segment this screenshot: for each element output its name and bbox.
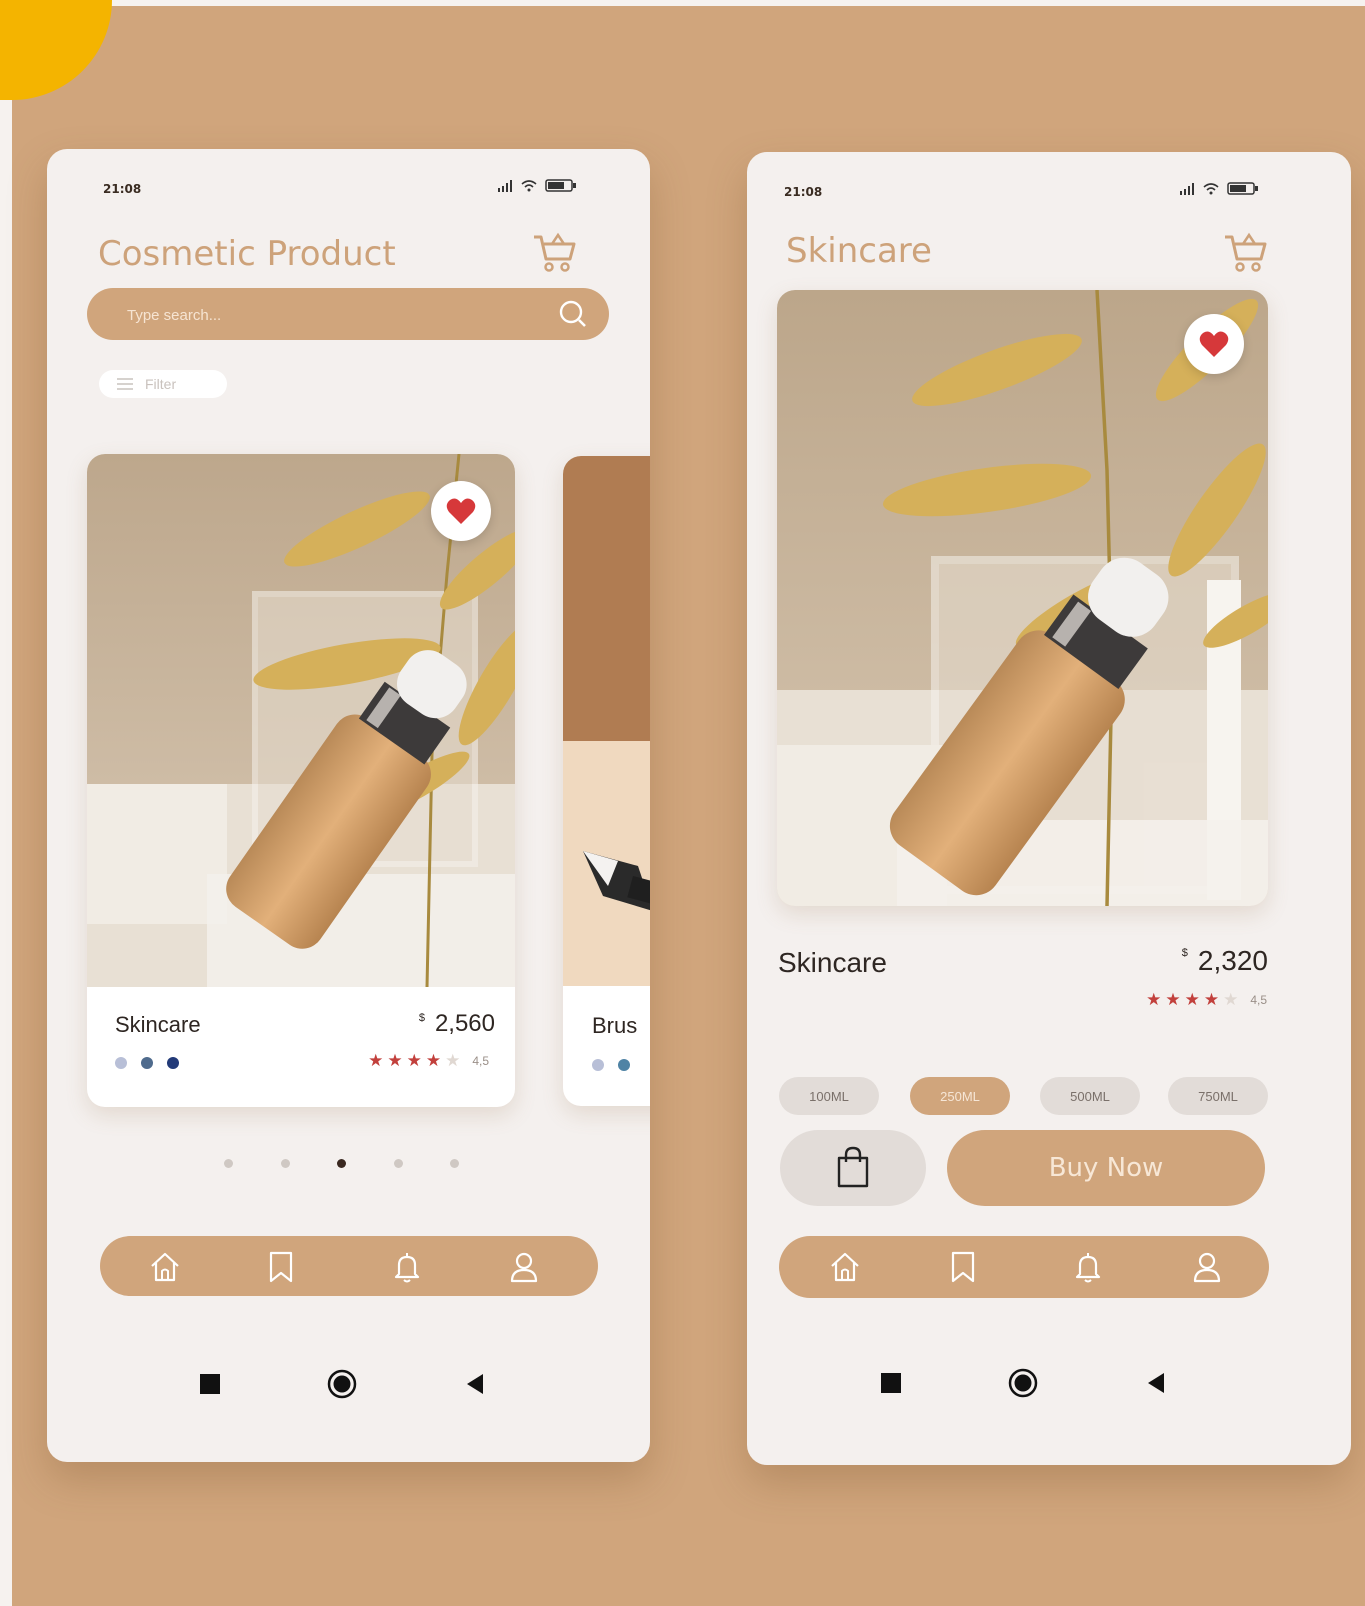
color-swatch[interactable] — [592, 1059, 604, 1071]
favorite-button[interactable] — [431, 481, 491, 541]
left-edge — [0, 0, 12, 1606]
price-value: 2,320 — [1197, 945, 1268, 976]
buy-now-button[interactable]: Buy Now — [947, 1130, 1265, 1206]
home-button[interactable] — [1008, 1368, 1038, 1398]
heart-icon — [1199, 331, 1229, 357]
phone-product-list: 21:08 Cosmetic Product Filter — [47, 149, 650, 1462]
bottom-nav — [100, 1236, 598, 1296]
shopping-bag-icon — [837, 1146, 869, 1187]
battery-icon — [545, 179, 576, 192]
filter-icon — [117, 378, 133, 390]
color-swatches — [115, 1057, 179, 1069]
recents-button[interactable] — [200, 1374, 220, 1394]
heart-icon — [446, 498, 476, 524]
color-swatch[interactable] — [141, 1057, 153, 1069]
star-icon: ★ — [1223, 990, 1239, 1009]
size-option-500ml[interactable]: 500ML — [1040, 1077, 1140, 1115]
cart-icon[interactable] — [1221, 229, 1269, 277]
bookmark-icon[interactable] — [264, 1250, 298, 1284]
carousel-dot[interactable] — [281, 1159, 290, 1168]
currency-symbol: $ — [1181, 947, 1188, 959]
corner-badge — [0, 0, 112, 100]
product-name-next: Brus — [592, 1013, 638, 1038]
add-to-bag-button[interactable] — [780, 1130, 926, 1206]
star-icon: ★ — [1184, 990, 1200, 1009]
star-icon: ★ — [1165, 990, 1181, 1009]
star-icon: ★ — [368, 1051, 384, 1070]
status-icons — [1179, 182, 1259, 195]
color-swatches-next — [592, 1059, 630, 1071]
status-icons — [497, 179, 577, 192]
bookmark-icon[interactable] — [946, 1250, 980, 1284]
product-price: $ 2,560 — [419, 1010, 495, 1038]
signal-icon — [498, 179, 512, 192]
page-title: Cosmetic Product — [98, 234, 396, 274]
star-icon: ★ — [1146, 990, 1162, 1009]
rating-stars: ★ ★ ★ ★ ★ 4,5 — [368, 1051, 489, 1071]
star-icon: ★ — [425, 1051, 442, 1070]
product-card[interactable]: Skincare $ 2,560 ★ ★ ★ ★ ★ 4,5 — [87, 454, 515, 1107]
size-option-100ml[interactable]: 100ML — [779, 1077, 879, 1115]
bell-icon[interactable] — [1071, 1250, 1105, 1284]
back-button[interactable] — [1146, 1372, 1166, 1394]
wifi-icon — [1203, 183, 1219, 195]
phone-product-detail: 21:08 Skincare Skincare $ 2,320 ★ ★ ★ ★ … — [747, 152, 1351, 1465]
recents-button[interactable] — [881, 1373, 901, 1393]
carousel-dot[interactable] — [224, 1159, 233, 1168]
user-icon[interactable] — [507, 1250, 541, 1284]
rating-value: 4,5 — [472, 1054, 489, 1068]
star-icon: ★ — [445, 1051, 461, 1070]
carousel-dot[interactable] — [450, 1159, 459, 1168]
status-time: 21:08 — [103, 182, 142, 196]
status-time: 21:08 — [784, 185, 823, 199]
product-hero-image — [777, 290, 1268, 906]
bottom-nav — [779, 1236, 1269, 1298]
color-swatch[interactable] — [167, 1057, 179, 1069]
filter-label: Filter — [145, 376, 177, 392]
home-button[interactable] — [327, 1369, 357, 1399]
product-card-next[interactable]: Brus — [563, 456, 650, 1106]
search-icon[interactable] — [557, 298, 589, 330]
user-icon[interactable] — [1190, 1250, 1224, 1284]
home-icon[interactable] — [148, 1250, 182, 1284]
size-option-750ml[interactable]: 750ML — [1168, 1077, 1268, 1115]
star-icon: ★ — [1203, 990, 1220, 1009]
color-swatch[interactable] — [618, 1059, 630, 1071]
rating-stars: ★ ★ ★ ★ ★ 4,5 — [1146, 990, 1267, 1010]
search-bar — [87, 288, 609, 342]
cart-icon[interactable] — [530, 229, 578, 277]
product-name: Skincare — [778, 947, 887, 978]
color-swatch[interactable] — [115, 1057, 127, 1069]
filter-button[interactable]: Filter — [99, 370, 227, 398]
back-button[interactable] — [465, 1373, 485, 1395]
wifi-icon — [521, 180, 537, 192]
price-value: 2,560 — [434, 1010, 495, 1037]
home-icon[interactable] — [828, 1250, 862, 1284]
carousel-dot[interactable] — [394, 1159, 403, 1168]
currency-symbol: $ — [418, 1012, 425, 1024]
top-edge — [0, 0, 1365, 6]
product-name: Skincare — [115, 1012, 201, 1037]
carousel-dot-active[interactable] — [337, 1159, 346, 1168]
star-icon: ★ — [406, 1051, 422, 1070]
star-icon: ★ — [387, 1051, 403, 1070]
product-price: $ 2,320 — [1182, 945, 1268, 977]
size-option-250ml[interactable]: 250ML — [910, 1077, 1010, 1115]
page-title: Skincare — [786, 231, 932, 271]
search-input[interactable] — [125, 288, 529, 342]
product-image-next — [563, 456, 650, 986]
signal-icon — [1180, 182, 1194, 195]
favorite-button[interactable] — [1184, 314, 1244, 374]
battery-icon — [1227, 182, 1258, 195]
rating-value: 4,5 — [1250, 993, 1267, 1007]
bell-icon[interactable] — [390, 1250, 424, 1284]
